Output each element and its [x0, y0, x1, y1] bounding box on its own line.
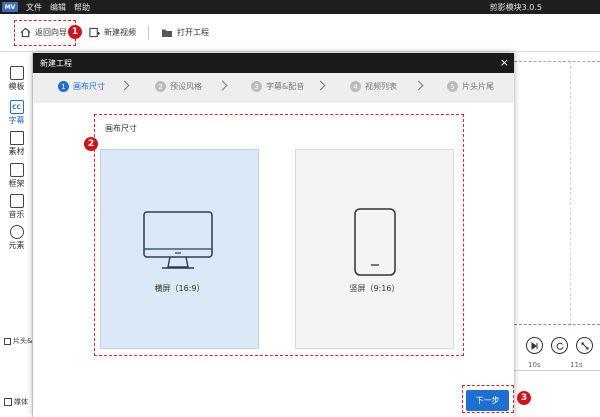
dialog-title: 新建工程: [40, 58, 72, 68]
chevron-right-icon: [217, 80, 228, 91]
step-intro-outro[interactable]: 5 片头片尾: [447, 81, 494, 92]
wizard-steps: 1 画布尺寸 2 预设风格 3 字幕&配音 4 视频列表 5 片头片尾: [33, 73, 514, 103]
rewind-button[interactable]: [551, 337, 568, 354]
step-canvas-size[interactable]: 1 画布尺寸: [58, 81, 105, 92]
refresh-icon: [556, 342, 563, 350]
music-icon: [9, 194, 24, 208]
timeline-ruler: [514, 370, 600, 371]
left-rail: 模板 CC 字幕 素材 框架 音乐 元素 片头& 媒体: [0, 52, 33, 417]
rail-item-elements[interactable]: 元素: [0, 225, 33, 251]
guide-line: [570, 61, 571, 326]
fullscreen-button[interactable]: [576, 337, 593, 354]
layout-icon: [9, 66, 24, 80]
step-number: 1: [58, 81, 69, 92]
preview-area: 10s 11s: [514, 52, 600, 417]
elements-icon: [9, 225, 24, 239]
step-label: 预设风格: [170, 82, 202, 91]
cc-icon: CC: [9, 100, 24, 114]
new-video-icon: [89, 27, 100, 38]
folder-icon: [162, 29, 172, 37]
step-subtitle-dubbing[interactable]: 3 字幕&配音: [251, 81, 304, 92]
rail-label: 模板: [8, 82, 25, 91]
open-project-button[interactable]: 打开工程: [161, 27, 209, 38]
step-video-list[interactable]: 4 视频列表: [350, 81, 397, 92]
rail-label: 音乐: [8, 210, 25, 219]
annotation-box-back-button: [14, 20, 76, 46]
timeline-tick: 10s: [528, 361, 541, 369]
rail-item-subtitles[interactable]: CC 字幕: [0, 100, 33, 126]
media-icon: [4, 398, 12, 406]
new-video-label: 新建视频: [104, 28, 136, 37]
step-label: 片头片尾: [462, 82, 494, 91]
step-number: 3: [251, 81, 262, 92]
step-number: 2: [155, 81, 166, 92]
skip-end-icon: [531, 341, 537, 350]
rail-bottom-label: 片头&: [13, 337, 33, 345]
menu-edit[interactable]: 编辑: [50, 2, 66, 13]
timeline-tick: 11s: [570, 361, 583, 369]
step-number: 4: [350, 81, 361, 92]
close-icon[interactable]: ×: [500, 56, 509, 70]
app-logo: MV: [2, 2, 18, 12]
rail-item-frame[interactable]: 框架: [0, 163, 33, 189]
guide-line: [514, 61, 600, 62]
rail-bottom-label: 媒体: [14, 398, 28, 406]
toolbar: 返回向导 新建视频 打开工程: [0, 14, 600, 52]
rail-item-materials[interactable]: 素材: [0, 131, 33, 157]
annotation-box-next-button: [462, 385, 514, 413]
rail-label: 素材: [8, 147, 25, 156]
title-bar: MV 文件 编辑 帮助 剪影模块3.0.5: [0, 0, 600, 14]
new-video-button[interactable]: 新建视频: [89, 27, 136, 38]
guide-line: [514, 324, 600, 325]
step-label: 字幕&配音: [266, 82, 305, 91]
rail-label: 框架: [8, 179, 25, 188]
play-end-button[interactable]: [526, 337, 543, 354]
step-label: 画布尺寸: [73, 82, 105, 91]
annotation-badge-2: 2: [84, 137, 98, 151]
chevron-right-icon: [413, 80, 424, 91]
app-title: 剪影模块3.0.5: [489, 3, 542, 12]
rail-item-music[interactable]: 音乐: [0, 194, 33, 220]
frame-icon: [9, 163, 24, 177]
step-label: 视频列表: [365, 82, 397, 91]
step-preset-style[interactable]: 2 预设风格: [155, 81, 202, 92]
rail-label: 字幕: [8, 116, 25, 125]
annotation-badge-1: 1: [68, 25, 82, 39]
expand-icon: [581, 342, 588, 349]
step-number: 5: [447, 81, 458, 92]
rail-item-intro[interactable]: 片头&: [0, 336, 33, 346]
chevron-right-icon: [119, 80, 130, 91]
annotation-badge-3: 3: [517, 391, 531, 405]
menu-help[interactable]: 帮助: [74, 2, 90, 13]
intro-icon: [4, 337, 11, 345]
chevron-right-icon: [315, 80, 326, 91]
open-project-label: 打开工程: [177, 28, 209, 37]
rail-item-template[interactable]: 模板: [0, 66, 33, 92]
dialog-header: 新建工程 ×: [33, 53, 514, 73]
annotation-box-canvas-options: [94, 114, 464, 356]
rail-item-media[interactable]: 媒体: [0, 397, 33, 407]
menu-file[interactable]: 文件: [26, 2, 42, 13]
toolbar-divider: [148, 25, 149, 40]
rail-label: 元素: [8, 241, 25, 250]
image-icon: [9, 131, 24, 145]
